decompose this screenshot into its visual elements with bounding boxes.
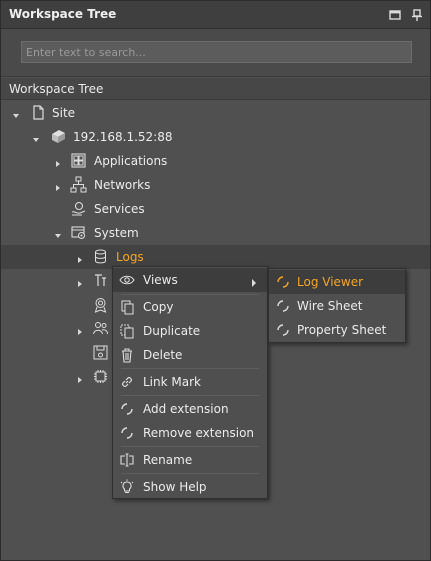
menu-item-label: Remove extension [143, 426, 255, 440]
eye-icon [119, 272, 135, 288]
tree-item-label: 192.168.1.52:88 [73, 130, 173, 144]
tree-header: Workspace Tree [1, 78, 430, 100]
menu-item-duplicate[interactable]: Duplicate [113, 319, 267, 343]
menu-item-remove-extension[interactable]: Remove extension [113, 421, 267, 445]
pin-icon[interactable] [410, 8, 424, 22]
menu-item-label: Copy [143, 300, 174, 314]
network-icon [70, 176, 87, 193]
collapsed-arrow-icon[interactable] [54, 181, 62, 191]
copy-icon [119, 299, 135, 315]
menu-item-label: Log Viewer [297, 275, 364, 289]
tree-item-system[interactable]: System [1, 221, 430, 245]
menu-item-label: Views [143, 273, 178, 287]
tree-item-label: System [94, 226, 139, 240]
tree-item-services[interactable]: Services [1, 197, 430, 221]
collapsed-arrow-icon[interactable] [76, 253, 84, 263]
menu-item-link-mark[interactable]: Link Mark [113, 370, 267, 394]
menu-item-rename[interactable]: Rename [113, 448, 267, 472]
tree-item-site[interactable]: Site [1, 101, 430, 125]
tree-header-label: Workspace Tree [9, 82, 104, 96]
spinner-icon [275, 322, 291, 338]
expanded-arrow-icon[interactable] [32, 133, 40, 142]
search-input[interactable] [21, 41, 412, 63]
menu-item-show-help[interactable]: Show Help [113, 475, 267, 499]
save-icon [92, 344, 109, 361]
submenu-item-wire-sheet[interactable]: Wire Sheet [269, 294, 405, 318]
rename-icon [119, 452, 135, 468]
lightbulb-icon [119, 479, 135, 495]
tree-item-label: Services [94, 202, 145, 216]
views-submenu: Log Viewer Wire Sheet Property Sheet [268, 268, 406, 343]
spinner-icon [119, 401, 135, 417]
search-bar [1, 29, 430, 77]
menu-item-views[interactable]: Views [113, 268, 267, 292]
menu-item-label: Link Mark [143, 375, 201, 389]
collapsed-arrow-icon[interactable] [76, 373, 84, 383]
menu-separator [121, 395, 259, 396]
menu-item-label: Delete [143, 348, 183, 362]
spinner-icon [275, 274, 291, 290]
menu-item-label: Property Sheet [297, 323, 387, 337]
maximize-icon[interactable] [388, 8, 402, 22]
tree-item-label: Networks [94, 178, 151, 192]
tree-item-label: Site [52, 106, 76, 120]
menu-item-delete[interactable]: Delete [113, 343, 267, 367]
tree-item-label: Applications [94, 154, 168, 168]
tree-item-applications[interactable]: Applications [1, 149, 430, 173]
menu-item-label: Duplicate [143, 324, 201, 338]
services-icon [70, 200, 87, 217]
workspace-tree-panel: Workspace Tree Workspace Tree Site [0, 0, 431, 561]
tree-item-networks[interactable]: Networks [1, 173, 430, 197]
menu-item-label: Rename [143, 453, 193, 467]
collapsed-arrow-icon[interactable] [76, 325, 84, 335]
trash-icon [119, 347, 135, 363]
submenu-item-property-sheet[interactable]: Property Sheet [269, 318, 405, 342]
component-icon [92, 272, 109, 289]
duplicate-icon [119, 323, 135, 339]
license-icon [92, 296, 109, 313]
context-menu: Views Copy Duplicate Delete Link Mark Ad… [112, 266, 268, 499]
tree-item-label: Logs [116, 250, 144, 264]
tree-item-host[interactable]: 192.168.1.52:88 [1, 125, 430, 149]
users-icon [92, 320, 109, 337]
database-icon [92, 248, 109, 265]
submenu-arrow-icon [251, 276, 257, 287]
document-icon [30, 104, 47, 121]
system-icon [70, 224, 87, 241]
station-icon [50, 128, 67, 145]
applications-icon [70, 152, 87, 169]
menu-separator [121, 368, 259, 369]
menu-item-copy[interactable]: Copy [113, 295, 267, 319]
panel-title: Workspace Tree [9, 7, 117, 21]
submenu-item-log-viewer[interactable]: Log Viewer [269, 270, 405, 294]
menu-separator [121, 446, 259, 447]
panel-titlebar: Workspace Tree [1, 1, 430, 29]
menu-item-label: Wire Sheet [297, 299, 363, 313]
spinner-icon [119, 425, 135, 441]
collapsed-arrow-icon[interactable] [76, 277, 84, 287]
link-icon [119, 374, 135, 390]
expanded-arrow-icon[interactable] [12, 109, 20, 118]
menu-item-add-extension[interactable]: Add extension [113, 397, 267, 421]
collapsed-arrow-icon[interactable] [54, 157, 62, 167]
menu-item-label: Add extension [143, 402, 229, 416]
chip-icon [92, 368, 109, 385]
spinner-icon [275, 298, 291, 314]
menu-item-label: Show Help [143, 480, 207, 494]
expanded-arrow-icon[interactable] [54, 229, 62, 238]
menu-separator [121, 473, 259, 474]
